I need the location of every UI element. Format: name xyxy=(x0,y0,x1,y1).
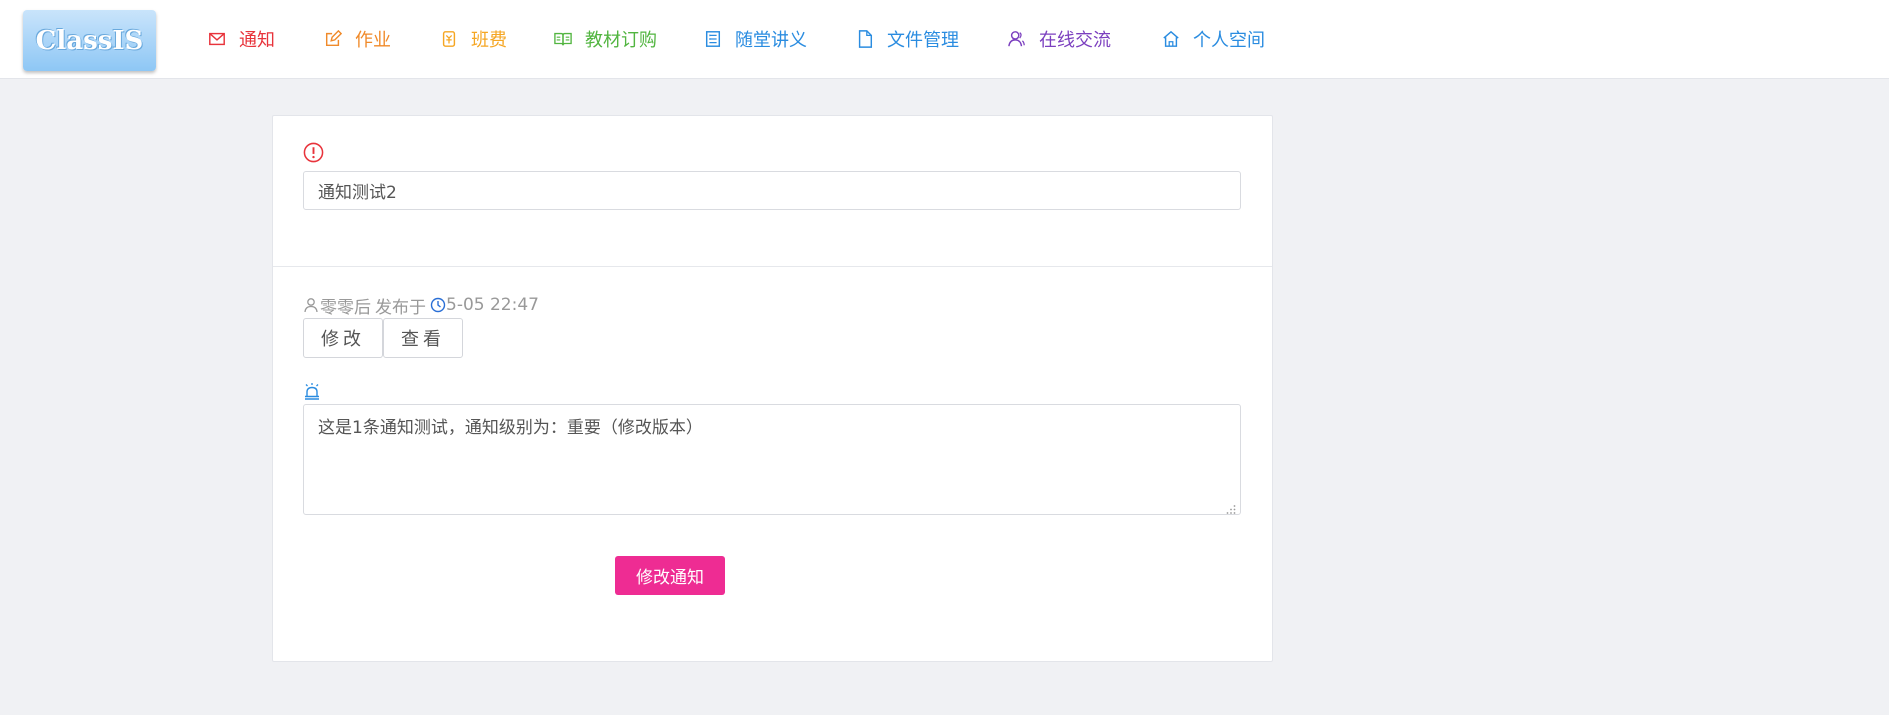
clock-icon xyxy=(430,297,446,313)
notice-edit-card: 零零后 发布于 5-05 22:47 修改 查看 这是1条通知测试，通知级别为：… xyxy=(272,115,1273,662)
action-buttons: 修改 查看 xyxy=(303,318,463,358)
users-icon xyxy=(1007,29,1027,49)
edit-button[interactable]: 修改 xyxy=(303,318,383,358)
nav-item-label: 通知 xyxy=(239,30,275,51)
app-logo[interactable]: ClassIS xyxy=(23,10,156,71)
author-name: 零零后 xyxy=(320,297,371,318)
nav-item-notice[interactable]: 通知 xyxy=(207,26,275,52)
top-navbar: ClassIS 通知 作业 班费 教材订购 随堂讲义 文件管理 在线交流 个人空… xyxy=(0,0,1889,79)
nav-item-personal-space[interactable]: 个人空间 xyxy=(1161,26,1265,52)
published-label: 发布于 xyxy=(375,297,426,318)
nav-item-label: 在线交流 xyxy=(1039,30,1111,51)
home-icon xyxy=(1161,29,1181,49)
nav-item-class-fee[interactable]: 班费 xyxy=(439,26,507,52)
user-icon xyxy=(304,298,318,313)
notice-title-input[interactable] xyxy=(303,171,1241,210)
nav-item-label: 文件管理 xyxy=(887,30,959,51)
nav-item-label: 随堂讲义 xyxy=(735,30,807,51)
notice-content-textarea[interactable]: 这是1条通知测试，通知级别为：重要（修改版本） xyxy=(303,404,1241,515)
list-icon xyxy=(703,29,723,49)
nav-item-label: 个人空间 xyxy=(1193,30,1265,51)
nav-item-lecture-notes[interactable]: 随堂讲义 xyxy=(703,26,807,52)
nav-item-label: 班费 xyxy=(471,30,507,51)
money-icon xyxy=(439,29,459,49)
exclamation-circle-icon xyxy=(303,142,324,163)
resize-grip-icon[interactable] xyxy=(1226,504,1236,514)
nav-item-file-management[interactable]: 文件管理 xyxy=(855,26,959,52)
submit-notice-button[interactable]: 修改通知 xyxy=(615,556,725,595)
nav-item-online-chat[interactable]: 在线交流 xyxy=(1007,26,1111,52)
alarm-icon xyxy=(305,383,319,400)
book-icon xyxy=(553,29,573,49)
view-button[interactable]: 查看 xyxy=(383,318,463,358)
nav-item-label: 教材订购 xyxy=(585,30,657,51)
section-divider xyxy=(273,266,1272,267)
notice-meta: 零零后 发布于 5-05 22:47 xyxy=(303,293,539,318)
nav-item-homework[interactable]: 作业 xyxy=(323,26,391,52)
nav-item-label: 作业 xyxy=(355,30,391,51)
mail-icon xyxy=(207,29,227,49)
file-icon xyxy=(855,29,875,49)
nav-item-textbook[interactable]: 教材订购 xyxy=(553,26,657,52)
published-time: 5-05 22:47 xyxy=(446,295,539,315)
edit-icon xyxy=(323,29,343,49)
